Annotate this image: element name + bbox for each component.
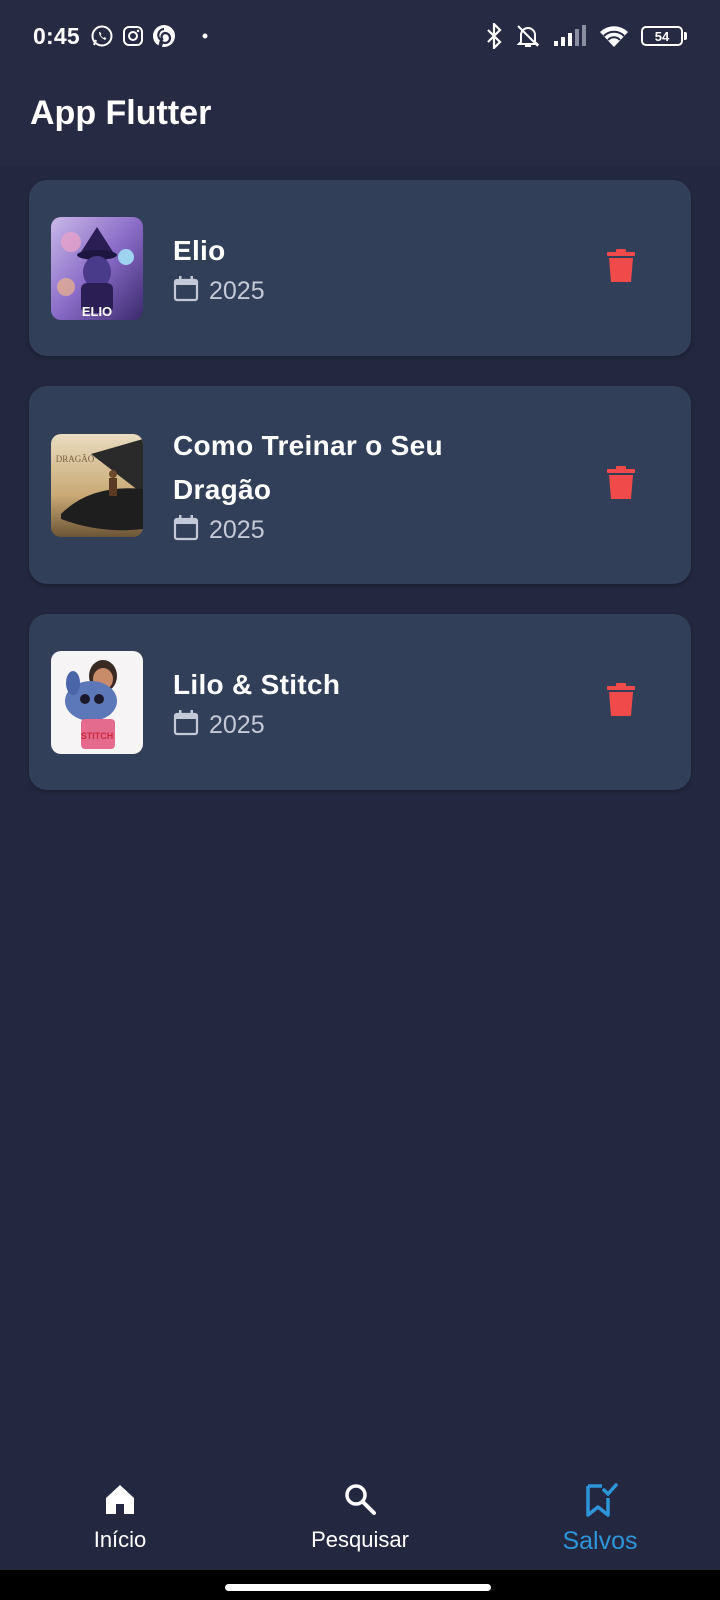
delete-button[interactable] xyxy=(601,248,641,288)
status-time: 0:45 xyxy=(33,22,80,49)
status-bar: 0:45 54 xyxy=(0,0,720,72)
movie-year: 2025 xyxy=(209,710,265,739)
movie-year: 2025 xyxy=(209,515,265,544)
movie-info: Lilo & Stitch 2025 xyxy=(173,663,503,742)
movie-card[interactable]: DRAGÃO Como Treinar o Seu Dragão 2025 xyxy=(29,386,691,584)
trash-icon xyxy=(607,682,635,722)
nav-label: Início xyxy=(93,1527,147,1552)
movie-poster-lilo-stitch: STITCH xyxy=(51,650,143,754)
nav-item-pesquisar[interactable]: Pesquisar xyxy=(240,1464,480,1570)
movie-title: Elio xyxy=(173,234,226,266)
home-gesture-handle[interactable] xyxy=(225,1584,491,1591)
delete-button[interactable] xyxy=(601,465,641,505)
gesture-bar xyxy=(0,1570,720,1600)
battery-icon: 54 xyxy=(641,26,687,46)
nav-label: Salvos xyxy=(562,1527,638,1555)
calendar-icon xyxy=(173,709,199,742)
signal-icon xyxy=(553,25,587,47)
nav-item-inicio[interactable]: Início xyxy=(0,1464,240,1570)
home-icon xyxy=(103,1482,137,1521)
instagram-icon xyxy=(122,25,144,47)
whatsapp-icon xyxy=(90,24,114,48)
movie-year-row: 2025 xyxy=(173,514,503,547)
calendar-icon xyxy=(173,514,199,547)
bookmark-check-icon xyxy=(582,1482,618,1523)
pinterest-icon xyxy=(152,24,176,48)
movie-card[interactable]: ELIO Elio 2025 xyxy=(29,180,691,356)
bottom-navigation: Início Pesquisar Salvos xyxy=(0,1464,720,1570)
movie-info: Elio 2025 xyxy=(173,229,503,308)
movie-poster-como-treinar-o-seu-dragao: DRAGÃO xyxy=(51,433,143,537)
battery-level: 54 xyxy=(641,26,683,46)
bluetooth-icon xyxy=(485,23,503,49)
trash-icon xyxy=(607,465,635,505)
movie-card[interactable]: STITCH Lilo & Stitch 2025 xyxy=(29,614,691,790)
movie-year: 2025 xyxy=(209,276,265,305)
svg-text:DRAGÃO: DRAGÃO xyxy=(56,454,95,464)
app-bar: App Flutter xyxy=(0,72,720,166)
page-title: App Flutter xyxy=(30,93,212,132)
search-icon xyxy=(343,1482,377,1521)
movie-poster-elio: ELIO xyxy=(51,216,143,320)
nav-item-salvos[interactable]: Salvos xyxy=(480,1464,720,1570)
saved-movies-list: ELIO Elio 2025 DRAGÃO Como Treinar o Seu… xyxy=(29,180,691,820)
svg-text:STITCH: STITCH xyxy=(81,731,114,741)
trash-icon xyxy=(607,248,635,288)
movie-year-row: 2025 xyxy=(173,275,503,308)
delete-button[interactable] xyxy=(601,682,641,722)
svg-text:ELIO: ELIO xyxy=(82,304,112,319)
dot-icon xyxy=(202,33,208,39)
bell-off-icon xyxy=(515,23,541,49)
movie-title: Como Treinar o Seu Dragão xyxy=(173,429,443,505)
movie-year-row: 2025 xyxy=(173,709,503,742)
calendar-icon xyxy=(173,275,199,308)
nav-label: Pesquisar xyxy=(311,1527,409,1552)
movie-title: Lilo & Stitch xyxy=(173,668,341,700)
movie-info: Como Treinar o Seu Dragão 2025 xyxy=(173,424,503,547)
wifi-icon xyxy=(599,24,629,48)
